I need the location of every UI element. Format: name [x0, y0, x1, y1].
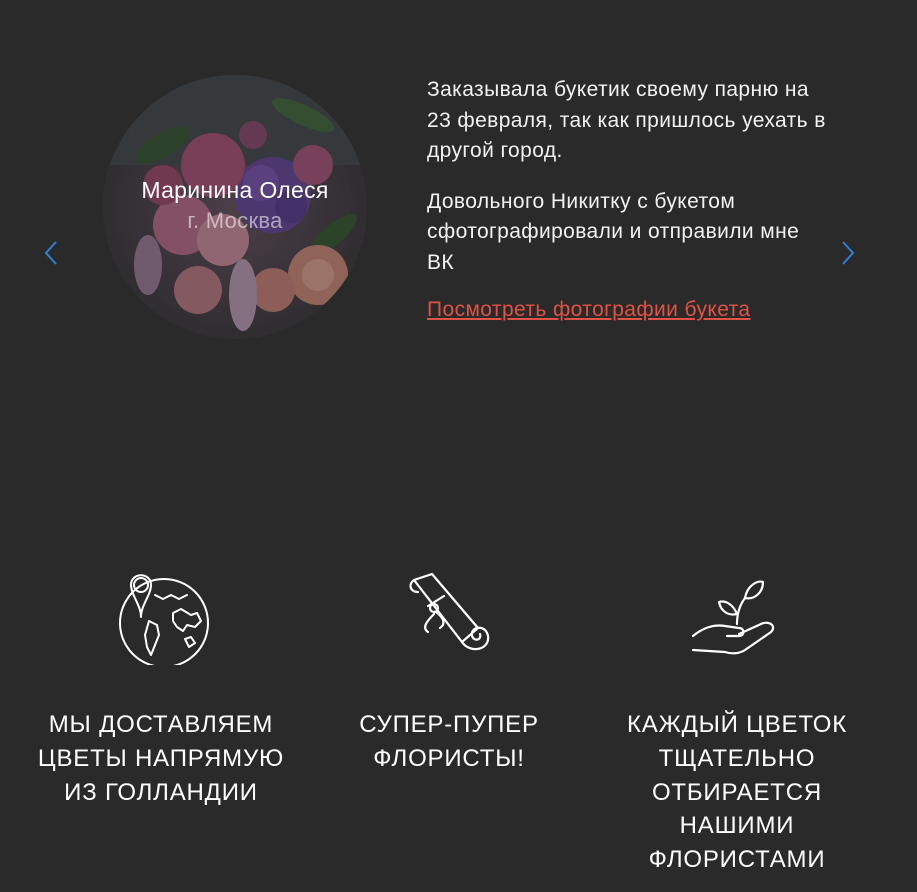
chevron-right-icon [842, 241, 855, 265]
feature-title: Каждый цветок тщательно отбирается нашим… [627, 711, 847, 874]
slider-prev-button[interactable] [36, 236, 66, 270]
feature-florists: Супер-пупер флористы! [324, 560, 574, 776]
slider-next-button[interactable] [833, 236, 863, 270]
chevron-left-icon [44, 241, 57, 265]
feature-selection: Каждый цветок тщательно отбирается нашим… [600, 560, 874, 877]
view-bouquet-photos-link[interactable]: Посмотреть фотографии букета [427, 298, 750, 321]
hand-sprout-icon [691, 580, 775, 655]
globe-location-icon [119, 574, 209, 665]
review-slider: Маринина Олеся г. Москва Заказывала буке… [0, 0, 917, 420]
review-text: Заказывала букетик своему парню на 23 фе… [427, 75, 827, 322]
review-paragraph: Довольного Никитку с букетом сфотографир… [427, 189, 800, 274]
features-section: Мы доставляем цветы напрямую из Голланди… [0, 560, 917, 892]
scroll-diploma-icon [409, 572, 490, 651]
reviewer-name: Маринина Олеся [141, 177, 329, 203]
reviewer-city: г. Москва [187, 208, 283, 233]
feature-delivery: Мы доставляем цветы напрямую из Голланди… [20, 560, 302, 809]
reviewer-info: Маринина Олеся г. Москва [103, 75, 367, 339]
feature-title: Супер-пупер флористы! [359, 711, 539, 772]
review-paragraph: Заказывала букетик своему парню на 23 фе… [427, 78, 826, 162]
feature-title: Мы доставляем цветы напрямую из Голланди… [37, 711, 285, 806]
reviewer-photo: Маринина Олеся г. Москва [103, 75, 367, 339]
